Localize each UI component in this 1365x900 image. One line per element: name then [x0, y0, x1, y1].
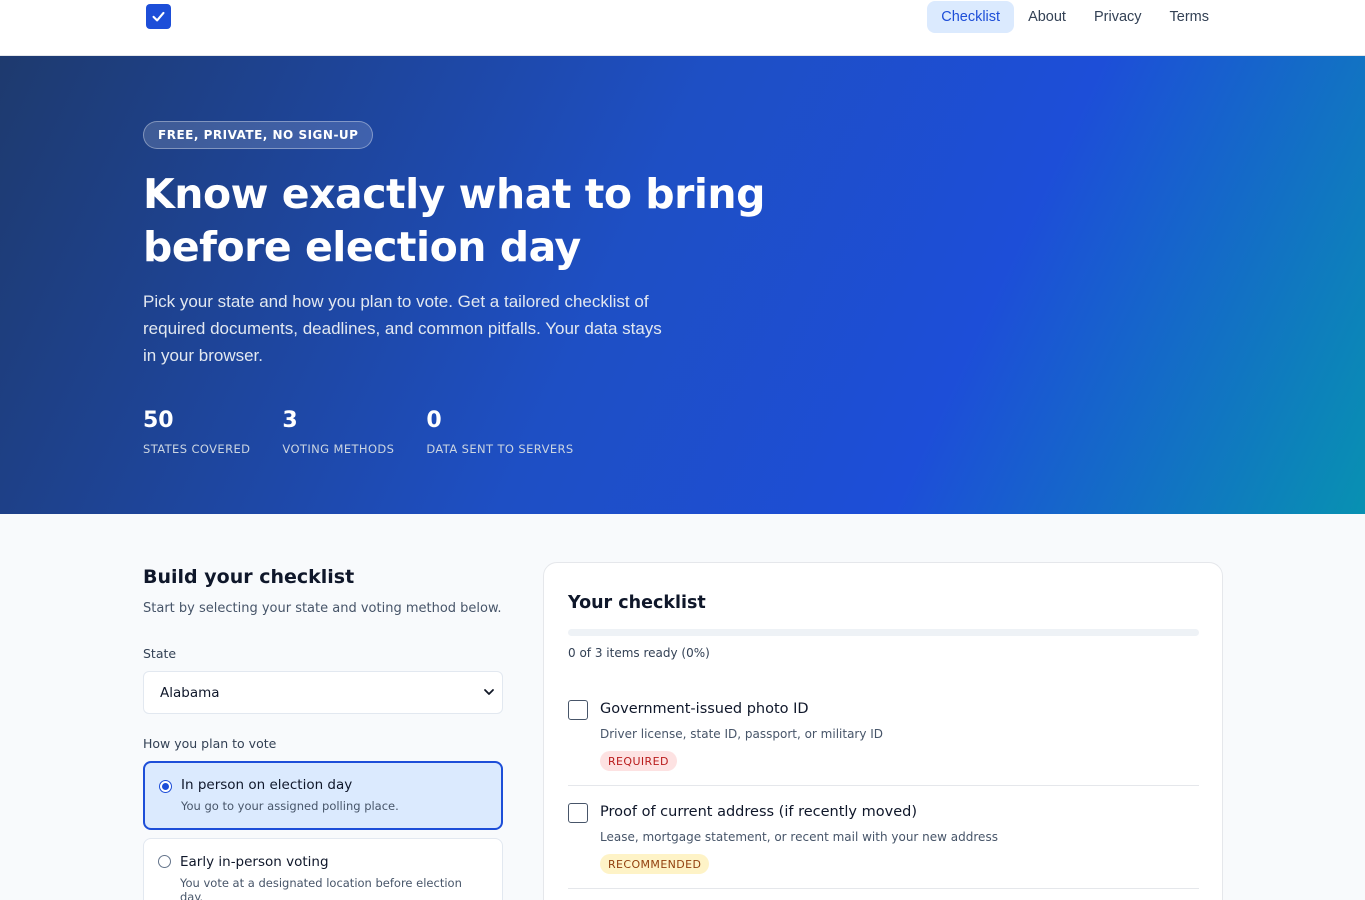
nav-link-terms[interactable]: Terms: [1156, 1, 1223, 33]
stat-value: 3: [282, 408, 298, 433]
stat-label: DATA SENT TO SERVERS: [426, 442, 574, 456]
checklist-card: Your checklist 0 of 3 items ready (0%) G…: [543, 562, 1223, 900]
method-label: How you plan to vote: [143, 736, 277, 751]
required-badge: REQUIRED: [600, 751, 677, 771]
state-select-value: Alabama: [160, 684, 220, 701]
hero-section: FREE, PRIVATE, NO SIGN-UP Know exactly w…: [0, 56, 1365, 514]
hero-subtitle: Pick your state and how you plan to vote…: [143, 292, 662, 365]
checklist-title: Your checklist: [568, 593, 706, 613]
item-checkbox[interactable]: [568, 803, 588, 823]
item-desc: Lease, mortgage statement, or recent mai…: [600, 830, 998, 844]
nav-link-about[interactable]: About: [1014, 1, 1080, 33]
item-divider: [568, 785, 1199, 786]
method-option-desc: You go to your assigned polling place.: [181, 799, 399, 813]
hero-title: Know exactly what to bring before electi…: [143, 170, 765, 271]
checklist-item: Proof of current address (if recently mo…: [568, 803, 1199, 883]
nav-link-checklist[interactable]: Checklist: [927, 1, 1015, 33]
method-option-early-voting[interactable]: Early in-person voting You vote at a des…: [143, 838, 503, 900]
chevron-down-icon: [484, 689, 494, 695]
stat-value: 0: [426, 408, 442, 433]
method-option-title: Early in-person voting: [180, 854, 329, 870]
logo-check-icon[interactable]: [146, 4, 171, 29]
item-desc: Driver license, state ID, passport, or m…: [600, 727, 884, 741]
stat-label: VOTING METHODS: [282, 442, 395, 456]
state-select[interactable]: Alabama: [143, 671, 503, 714]
stat-states: 50 STATES COVERED: [143, 406, 250, 456]
state-label: State: [143, 646, 177, 661]
builder-subtitle: Start by selecting your state and voting…: [143, 601, 502, 616]
stat-data-sent: 0 DATA SENT TO SERVERS: [426, 406, 573, 456]
item-title: Proof of current address (if recently mo…: [600, 804, 917, 820]
recommended-badge: RECOMMENDED: [600, 854, 710, 874]
item-divider: [568, 888, 1199, 889]
nav-links: Checklist About Privacy Terms: [927, 0, 1223, 34]
top-nav: Checklist About Privacy Terms: [0, 0, 1365, 56]
hero-pill-badge: FREE, PRIVATE, NO SIGN-UP: [143, 121, 374, 149]
stat-methods: 3 VOTING METHODS: [282, 406, 394, 456]
radio-button[interactable]: [159, 780, 172, 793]
builder-title: Build your checklist: [143, 566, 355, 588]
checklist-progress-text: 0 of 3 items ready (0%): [568, 646, 710, 660]
radio-button[interactable]: [158, 855, 171, 868]
method-option-title: In person on election day: [181, 777, 353, 793]
method-option-desc: You vote at a designated location before…: [180, 876, 462, 900]
hero-stats: 50 STATES COVERED 3 VOTING METHODS 0 DAT…: [143, 406, 574, 456]
check-icon: [152, 11, 165, 22]
nav-link-privacy[interactable]: Privacy: [1080, 1, 1156, 33]
item-checkbox[interactable]: [568, 700, 588, 720]
checklist-progress-bar: [568, 629, 1199, 636]
item-title: Government-issued photo ID: [600, 701, 809, 717]
method-option-election-day[interactable]: In person on election day You go to your…: [143, 761, 503, 830]
stat-value: 50: [143, 408, 174, 433]
checklist-item: Government-issued photo ID Driver licens…: [568, 700, 1199, 780]
stat-label: STATES COVERED: [143, 442, 251, 456]
